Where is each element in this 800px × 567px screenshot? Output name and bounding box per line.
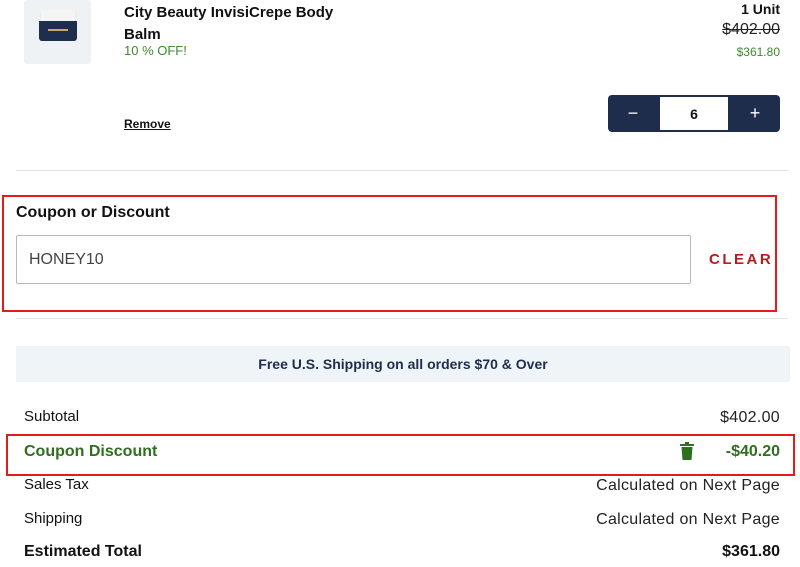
decrease-quantity-button[interactable]: − [608, 95, 658, 132]
product-name[interactable]: City Beauty InvisiCrepe Body Balm [124, 2, 354, 46]
coupon-discount-value: -$40.20 [725, 443, 780, 460]
product-discount-label: 10 % OFF! [124, 43, 187, 58]
original-price: $402.00 [722, 21, 780, 38]
estimated-total-value: $361.80 [722, 543, 780, 560]
unit-label: 1 Unit [741, 1, 780, 17]
sales-tax-label: Sales Tax [24, 476, 89, 493]
free-shipping-banner: Free U.S. Shipping on all orders $70 & O… [16, 346, 790, 382]
divider [16, 170, 788, 171]
quantity-stepper: − 6 + [608, 95, 780, 132]
shipping-label: Shipping [24, 510, 83, 527]
coupon-label: Coupon or Discount [16, 204, 170, 221]
quantity-value[interactable]: 6 [660, 97, 728, 130]
coupon-discount-label: Coupon Discount [24, 443, 158, 460]
subtotal-label: Subtotal [24, 408, 80, 425]
remove-link[interactable]: Remove [124, 117, 171, 131]
subtotal-value: $402.00 [720, 409, 780, 426]
sales-tax-value: Calculated on Next Page [596, 477, 780, 494]
clear-coupon-button[interactable]: CLEAR [709, 251, 773, 268]
product-jar-image [37, 10, 79, 46]
sale-price: $361.80 [736, 45, 780, 59]
increase-quantity-button[interactable]: + [730, 95, 780, 132]
divider [16, 318, 788, 319]
trash-icon[interactable] [680, 442, 694, 460]
free-shipping-text: Free U.S. Shipping on all orders $70 & O… [258, 356, 548, 372]
product-thumbnail[interactable] [24, 0, 91, 64]
estimated-total-label: Estimated Total [24, 543, 142, 560]
shipping-value: Calculated on Next Page [596, 511, 780, 528]
coupon-input[interactable] [16, 235, 691, 284]
